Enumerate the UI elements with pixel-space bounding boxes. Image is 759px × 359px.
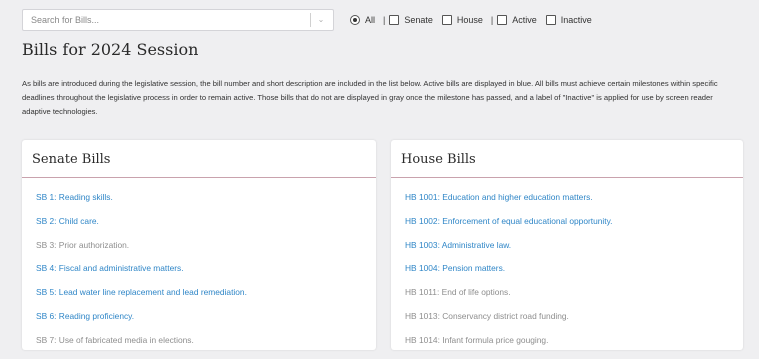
active-checkbox[interactable]: [497, 15, 508, 25]
bill-link[interactable]: HB 1002: Enforcement of equal educationa…: [405, 216, 743, 240]
bill-item-inactive: HB 1011: End of life options.: [405, 287, 511, 298]
senate-card-header: Senate Bills: [22, 140, 376, 178]
senate-card-title: Senate Bills: [32, 152, 111, 167]
inactive-checkbox[interactable]: [545, 15, 556, 25]
bill-link[interactable]: SB 5: Lead water line replacement and le…: [36, 287, 376, 311]
filter-separator: |: [383, 15, 386, 25]
house-checkbox[interactable]: [441, 15, 452, 25]
inactive-label[interactable]: Inactive: [561, 15, 592, 25]
filter-bar: ⌄ All | Senate House | Active Inactive: [22, 9, 592, 31]
bill-link[interactable]: HB 1003: Administrative law.: [405, 240, 743, 264]
bill-item-inactive: HB 1014: Infant formula price gouging.: [405, 334, 549, 345]
search-divider: [310, 13, 311, 27]
senate-checkbox[interactable]: [389, 15, 400, 25]
active-label[interactable]: Active: [512, 15, 537, 25]
bill-item-inactive: HB 1013: Conservancy district road fundi…: [405, 310, 569, 321]
filter-separator: |: [490, 15, 494, 25]
senate-bill-list: SB 1: Reading skills. SB 2: Child care. SB…: [22, 178, 376, 359]
search-input[interactable]: [23, 10, 311, 30]
bill-link[interactable]: HB 1001: Education and higher education …: [405, 192, 743, 216]
house-card-title: House Bills: [401, 152, 476, 167]
bill-link[interactable]: SB 2: Child care.: [36, 216, 376, 240]
bill-link[interactable]: HB 1004: Pension matters.: [405, 263, 743, 287]
bill-link[interactable]: SB 4: Fiscal and administrative matters.: [36, 263, 376, 287]
chevron-down-icon[interactable]: ⌄: [316, 13, 326, 27]
house-card-header: House Bills: [391, 140, 743, 178]
all-radio[interactable]: [350, 15, 360, 25]
all-label[interactable]: All: [365, 15, 375, 25]
bill-link[interactable]: SB 6: Reading proficiency.: [36, 311, 376, 335]
bill-item-inactive: SB 7: Use of fabricated media in electio…: [36, 334, 194, 345]
page-title: Bills for 2024 Session: [22, 40, 199, 59]
senate-label[interactable]: Senate: [404, 15, 433, 25]
bill-search-combobox[interactable]: ⌄: [22, 9, 334, 31]
intro-paragraph: As bills are introduced during the legis…: [22, 79, 718, 116]
senate-bills-card: Senate Bills SB 1: Reading skills. SB 2: …: [22, 140, 376, 350]
bill-item-inactive: SB 3: Prior authorization.: [36, 239, 130, 250]
bill-link[interactable]: SB 1: Reading skills.: [36, 192, 376, 216]
house-bills-card: House Bills HB 1001: Education and highe…: [391, 140, 743, 350]
house-label[interactable]: House: [457, 15, 483, 25]
house-bill-list: HB 1001: Education and higher education …: [391, 178, 743, 359]
